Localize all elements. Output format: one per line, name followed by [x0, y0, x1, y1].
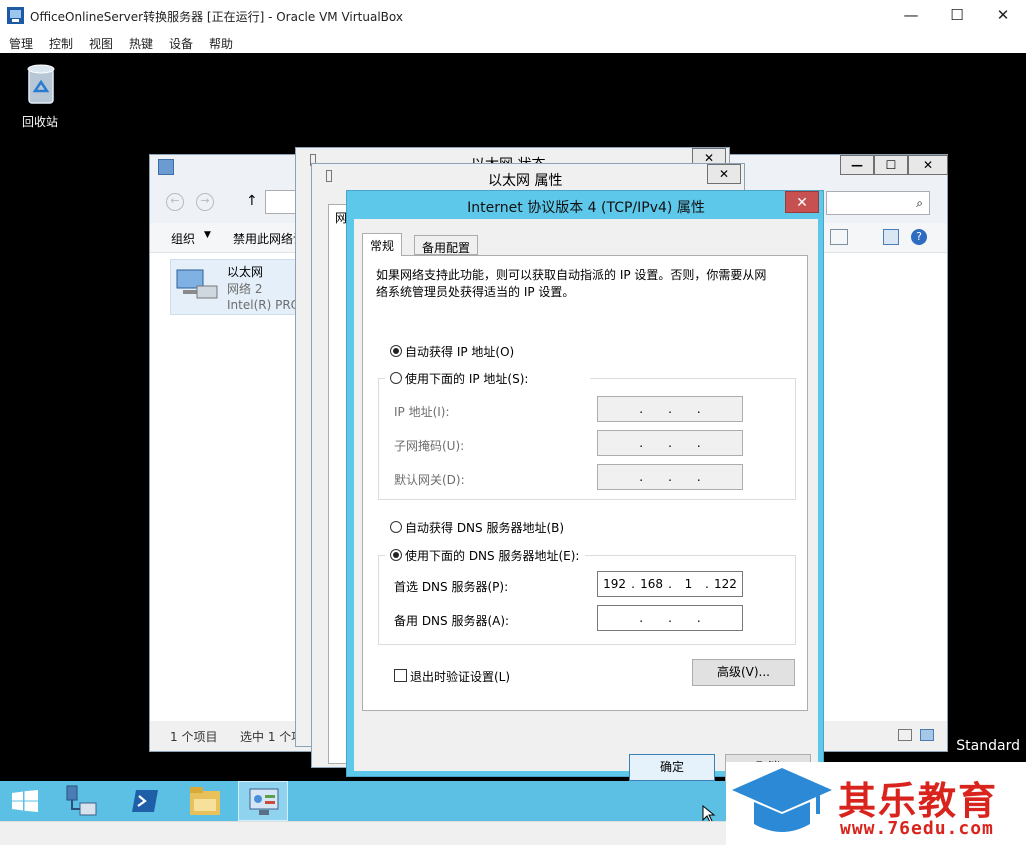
subnet-mask-label: 子网掩码(U):	[394, 439, 465, 453]
organize-menu[interactable]: 组织	[171, 230, 195, 247]
chevron-down-icon: ▼	[204, 230, 211, 240]
close-button[interactable]: ✕	[785, 191, 819, 213]
close-button[interactable]: ✕	[908, 155, 948, 175]
manual-dns-radio[interactable]	[390, 549, 402, 561]
ip-address-field: ...	[597, 396, 743, 422]
adapter-tile[interactable]: 以太网 网络 2 Intel(R) PRO	[170, 259, 300, 315]
preferred-dns-field[interactable]: 192. 168. 1. 122	[597, 571, 743, 597]
powershell-icon	[132, 790, 158, 812]
network-adapter-icon	[176, 269, 218, 299]
brand-url: www.76edu.com	[840, 818, 994, 839]
recycle-bin-icon[interactable]	[18, 61, 64, 107]
back-arrow-icon[interactable]: ←	[166, 193, 184, 211]
preview-pane-icon[interactable]	[883, 229, 899, 245]
properties-window-title: 以太网 属性	[488, 173, 563, 189]
subnet-mask-field: ...	[597, 430, 743, 456]
alternate-dns-label: 备用 DNS 服务器(A):	[394, 614, 510, 628]
file-explorer-button[interactable]	[180, 781, 230, 821]
close-button[interactable]: ✕	[980, 0, 1026, 31]
ip-address-label: IP 地址(I):	[394, 405, 450, 419]
mouse-cursor-icon	[702, 805, 716, 821]
maximize-button[interactable]: ☐	[934, 0, 980, 31]
view-options-icon[interactable]	[830, 229, 848, 245]
tab-general[interactable]: 常规	[362, 233, 403, 256]
description-line-2: 络系统管理员处获得适当的 IP 设置。	[376, 285, 575, 299]
validate-checkbox[interactable]	[394, 669, 407, 682]
menu-help[interactable]: 帮助	[209, 35, 233, 52]
host-titlebar: OfficeOnlineServer转换服务器 [正在运行] - Oracle …	[0, 0, 1026, 31]
minimize-button[interactable]: —	[888, 0, 934, 31]
manual-dns-group	[378, 555, 796, 645]
minimize-button[interactable]: —	[840, 155, 874, 175]
menu-manage[interactable]: 管理	[9, 35, 33, 52]
description-line-1: 如果网络支持此功能，则可以获取自动指派的 IP 设置。否则，你需要从网	[376, 268, 767, 282]
network-icon	[326, 170, 332, 182]
close-button[interactable]: ✕	[707, 164, 741, 184]
ipv4-properties-dialog: Internet 协议版本 4 (TCP/IPv4) 属性 ✕ 常规 备用配置 …	[346, 190, 824, 781]
validate-label[interactable]: 退出时验证设置(L)	[410, 668, 510, 685]
powershell-button[interactable]	[120, 781, 170, 821]
adapter-network: 网络 2	[227, 282, 263, 296]
watermark-logo: 其乐教育 www.76edu.com	[726, 762, 1026, 845]
windows-logo-icon	[12, 790, 38, 812]
alternate-dns-field[interactable]: ...	[597, 605, 743, 631]
large-icons-view-icon[interactable]	[920, 729, 934, 741]
gateway-field: ...	[597, 464, 743, 490]
auto-dns-label[interactable]: 自动获得 DNS 服务器地址(B)	[405, 519, 564, 536]
auto-dns-radio[interactable]	[390, 521, 402, 533]
menu-hotkey[interactable]: 热键	[129, 35, 153, 52]
help-icon[interactable]: ?	[911, 229, 927, 245]
up-arrow-icon[interactable]: ↑	[246, 193, 258, 209]
control-panel-icon	[249, 788, 279, 815]
brand-name: 其乐教育	[838, 779, 999, 823]
windows-edition-label: Standard	[956, 738, 1020, 754]
search-icon: ⌕	[916, 196, 923, 210]
server-manager-button[interactable]	[56, 781, 106, 821]
tab-alternate-config[interactable]: 备用配置	[414, 235, 479, 255]
menu-control[interactable]: 控制	[49, 35, 73, 52]
menu-view[interactable]: 视图	[89, 35, 113, 52]
server-manager-icon	[66, 785, 97, 816]
forward-arrow-icon[interactable]: →	[196, 193, 214, 211]
menu-devices[interactable]: 设备	[169, 35, 193, 52]
adapter-name: 以太网	[227, 265, 264, 279]
guest-desktop: 回收站 — ☐ ✕ ← → ↑ ⌕ 组织 ▼ 禁用此网络设 ? 以太网 网络 2…	[0, 53, 1026, 821]
manual-dns-label[interactable]: 使用下面的 DNS 服务器地址(E):	[405, 547, 579, 564]
preferred-dns-label: 首选 DNS 服务器(P):	[394, 580, 509, 594]
network-icon	[158, 159, 174, 175]
search-box[interactable]: ⌕	[826, 191, 930, 215]
host-menubar: 管理 控制 视图 热键 设备 帮助	[0, 31, 1026, 53]
graduation-cap-icon	[732, 768, 832, 832]
ok-button[interactable]: 确定	[629, 754, 715, 781]
details-view-icon[interactable]	[898, 729, 912, 741]
adapter-device: Intel(R) PRO	[227, 298, 301, 312]
manual-ip-label[interactable]: 使用下面的 IP 地址(S):	[405, 370, 528, 387]
item-count: 1 个项目	[170, 730, 218, 744]
general-panel: 如果网络支持此功能，则可以获取自动指派的 IP 设置。否则，你需要从网 络系统管…	[362, 255, 808, 711]
start-button[interactable]	[0, 781, 50, 821]
virtualbox-icon	[7, 7, 24, 24]
advanced-button[interactable]: 高级(V)...	[692, 659, 795, 686]
auto-ip-radio[interactable]	[390, 345, 402, 357]
window-title: OfficeOnlineServer转换服务器 [正在运行] - Oracle …	[30, 10, 403, 24]
auto-ip-label[interactable]: 自动获得 IP 地址(O)	[405, 343, 514, 360]
maximize-button[interactable]: ☐	[874, 155, 908, 175]
dialog-body: 常规 备用配置 如果网络支持此功能，则可以获取自动指派的 IP 设置。否则，你需…	[354, 219, 818, 781]
folder-icon	[190, 787, 220, 815]
network-connections-button[interactable]	[238, 781, 288, 821]
gateway-label: 默认网关(D):	[394, 473, 465, 487]
manual-ip-radio[interactable]	[390, 372, 402, 384]
recycle-bin-label: 回收站	[21, 115, 58, 129]
dialog-title: Internet 协议版本 4 (TCP/IPv4) 属性	[467, 200, 705, 216]
